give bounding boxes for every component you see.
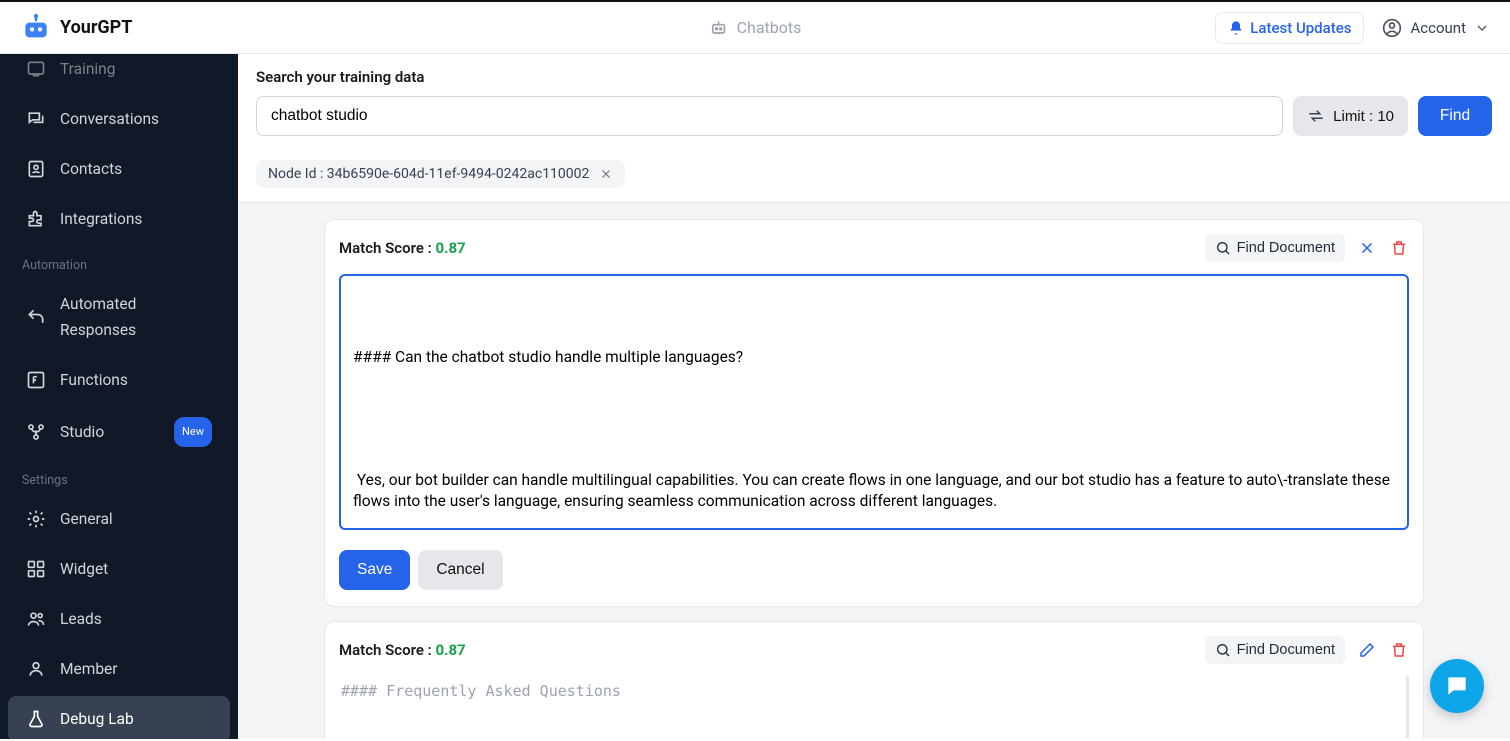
bell-icon <box>1228 20 1244 36</box>
account-menu[interactable]: Account <box>1382 18 1490 38</box>
sidebar-item-training[interactable]: Training <box>8 54 230 92</box>
limit-label: Limit : 10 <box>1333 108 1394 125</box>
new-badge: New <box>174 417 212 447</box>
sidebar-item-label: Functions <box>60 367 128 393</box>
flow-icon <box>26 422 46 442</box>
header-center[interactable]: Chatbots <box>709 18 802 38</box>
find-button[interactable]: Find <box>1418 96 1492 136</box>
sidebar-item-studio[interactable]: Studio New <box>8 407 230 457</box>
header-center-label: Chatbots <box>737 18 802 37</box>
sidebar-item-integrations[interactable]: Integrations <box>8 196 230 242</box>
sidebar-item-general[interactable]: General <box>8 496 230 542</box>
match-score-label: Match Score : <box>339 239 435 257</box>
match-score-value: 0.87 <box>435 641 465 659</box>
match-score-label: Match Score : <box>339 641 435 659</box>
sidebar-item-label: Studio <box>60 419 104 445</box>
sidebar-item-label: Training <box>60 56 115 82</box>
fx-icon <box>26 370 46 390</box>
save-button[interactable]: Save <box>339 550 410 590</box>
sidebar-item-label: Widget <box>60 556 108 582</box>
cancel-button[interactable]: Cancel <box>418 550 502 590</box>
reply-icon <box>26 307 46 327</box>
member-icon <box>26 659 46 679</box>
search-label: Search your training data <box>256 68 1492 86</box>
sidebar-item-automated-responses[interactable]: Automated Responses <box>8 281 230 353</box>
limit-button[interactable]: Limit : 10 <box>1293 96 1408 136</box>
sidebar-item-label: Leads <box>60 606 102 632</box>
app-header: YourGPT Chatbots Latest Updates Account <box>0 0 1510 54</box>
latest-updates-label: Latest Updates <box>1250 19 1351 37</box>
brand-robot-icon <box>20 12 52 44</box>
sidebar-item-widget[interactable]: Widget <box>8 546 230 592</box>
match-score-value: 0.87 <box>435 239 465 257</box>
training-icon <box>26 59 46 79</box>
brand-name: YourGPT <box>60 17 132 38</box>
find-document-label: Find Document <box>1237 642 1335 658</box>
main-content: Search your training data Limit : 10 Fin… <box>238 54 1510 739</box>
gear-icon <box>26 509 46 529</box>
latest-updates-button[interactable]: Latest Updates <box>1215 12 1364 44</box>
brand[interactable]: YourGPT <box>20 12 132 44</box>
flask-icon <box>26 709 46 729</box>
sidebar-item-label: Automated Responses <box>60 291 212 343</box>
search-icon <box>1215 642 1231 658</box>
user-circle-icon <box>1382 18 1402 38</box>
node-id-label: Node Id : 34b6590e-604d-11ef-9494-0242ac… <box>268 166 589 182</box>
find-document-button[interactable]: Find Document <box>1205 636 1345 664</box>
edit-icon[interactable] <box>1357 640 1377 660</box>
sidebar-item-label: General <box>60 506 113 532</box>
close-icon[interactable] <box>1357 238 1377 258</box>
widget-icon <box>26 559 46 579</box>
account-label: Account <box>1410 19 1466 37</box>
sidebar-item-contacts[interactable]: Contacts <box>8 146 230 192</box>
sidebar-item-conversations[interactable]: Conversations <box>8 96 230 142</box>
results-list: Match Score : 0.87 Find Document Save Ca… <box>238 203 1510 739</box>
trash-icon[interactable] <box>1389 640 1409 660</box>
sidebar-item-functions[interactable]: Functions <box>8 357 230 403</box>
search-icon <box>1215 240 1231 256</box>
trash-icon[interactable] <box>1389 238 1409 258</box>
node-id-chip: Node Id : 34b6590e-604d-11ef-9494-0242ac… <box>256 160 625 188</box>
search-input[interactable] <box>256 96 1283 136</box>
find-document-label: Find Document <box>1237 240 1335 256</box>
chat-icon <box>26 109 46 129</box>
chat-bubble-icon <box>1444 673 1470 699</box>
sidebar-item-debug-lab[interactable]: Debug Lab <box>8 696 230 739</box>
sidebar: Training Conversations Contacts Integrat… <box>0 54 238 739</box>
chat-fab[interactable] <box>1430 659 1484 713</box>
result-editor[interactable] <box>339 274 1409 530</box>
sidebar-item-label: Integrations <box>60 206 142 232</box>
sidebar-item-member[interactable]: Member <box>8 646 230 692</box>
puzzle-icon <box>26 209 46 229</box>
sidebar-section-automation: Automation <box>0 244 238 279</box>
sidebar-item-label: Contacts <box>60 156 122 182</box>
result-card: Match Score : 0.87 Find Document Save Ca… <box>324 219 1424 607</box>
sidebar-item-leads[interactable]: Leads <box>8 596 230 642</box>
contact-icon <box>26 159 46 179</box>
sidebar-item-label: Member <box>60 656 118 682</box>
result-text: #### Frequently Asked Questions <box>339 676 1409 739</box>
robot-small-icon <box>709 18 729 38</box>
sidebar-item-label: Conversations <box>60 106 159 132</box>
find-document-button[interactable]: Find Document <box>1205 234 1345 262</box>
chevron-down-icon <box>1474 20 1490 36</box>
sidebar-item-label: Debug Lab <box>60 706 134 732</box>
chip-close-icon[interactable] <box>599 167 613 181</box>
swap-icon <box>1307 107 1325 125</box>
sidebar-section-settings: Settings <box>0 459 238 494</box>
users-icon <box>26 609 46 629</box>
result-card: Match Score : 0.87 Find Document #### Fr… <box>324 621 1424 739</box>
